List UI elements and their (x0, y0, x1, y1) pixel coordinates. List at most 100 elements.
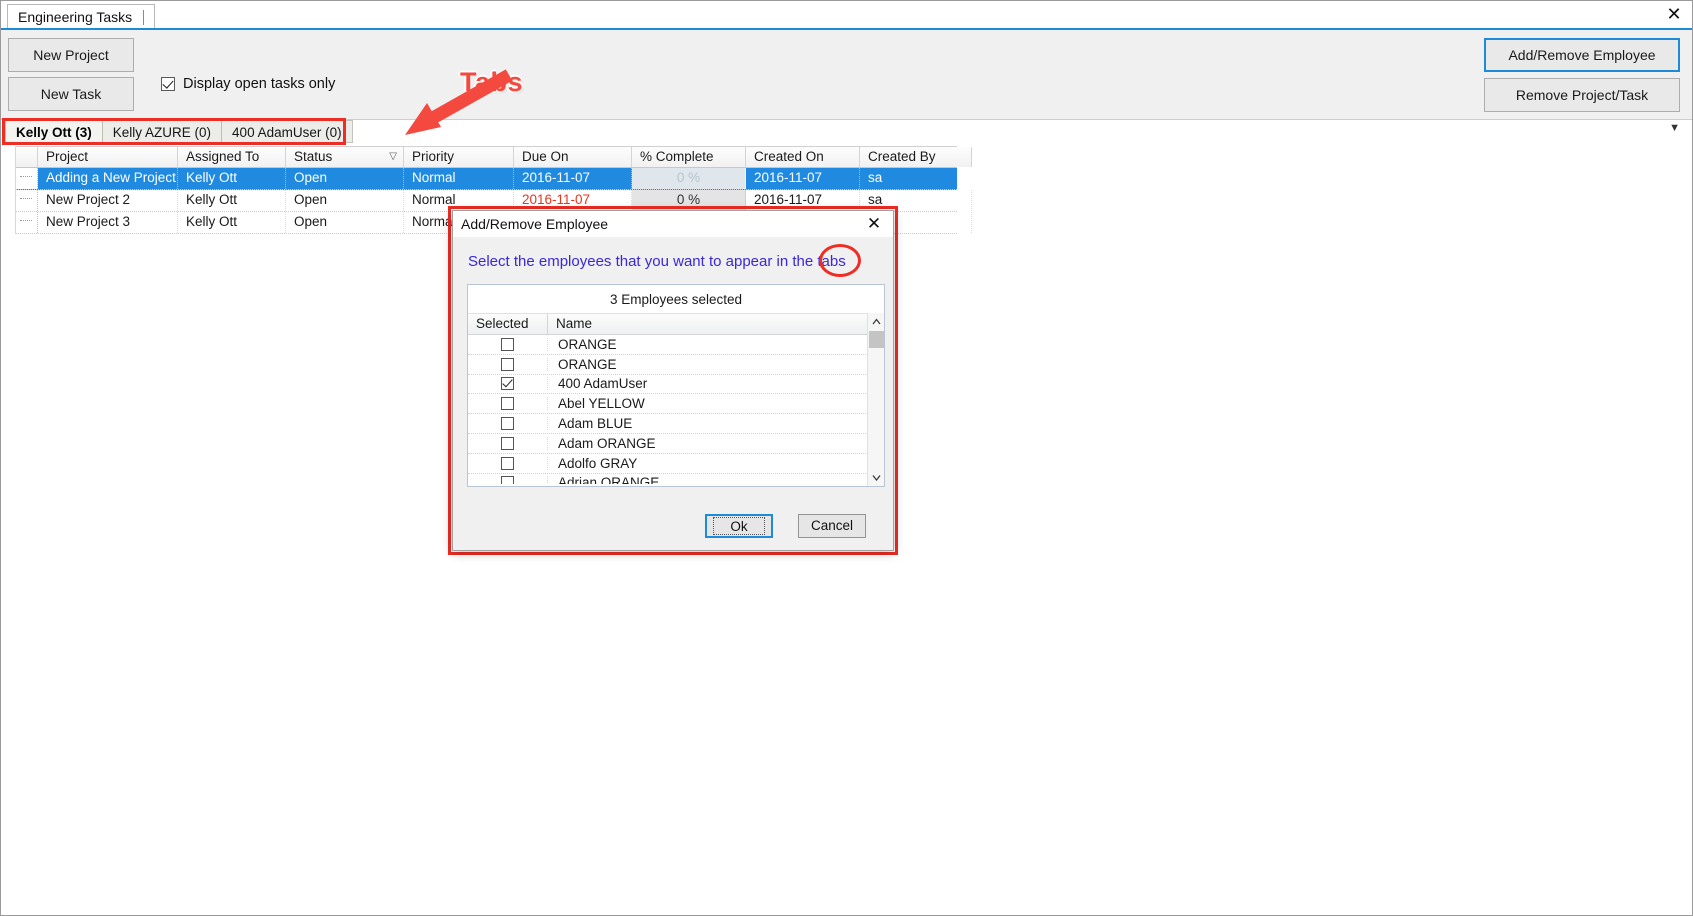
cell-created-by: sa (860, 168, 972, 189)
list-item[interactable]: Adam BLUE (468, 414, 884, 434)
checkbox-icon[interactable] (501, 417, 514, 431)
employee-name: 400 AdamUser (548, 376, 884, 392)
new-project-button[interactable]: New Project (8, 38, 134, 72)
new-task-button[interactable]: New Task (8, 77, 134, 111)
employee-name: Adam BLUE (548, 416, 884, 432)
document-tab-label: Engineering Tasks (18, 9, 133, 25)
ok-button[interactable]: Ok (705, 514, 773, 538)
column-header-created-by[interactable]: Created By (860, 147, 972, 167)
cell-project: New Project 2 (38, 190, 178, 211)
grid-header-row: Project Assigned To Status ▽ Priority Du… (16, 146, 972, 168)
employee-tab-kelly-azure[interactable]: Kelly AZURE (0) (102, 121, 223, 142)
list-item[interactable]: ORANGE (468, 355, 884, 375)
remove-project-task-button[interactable]: Remove Project/Task (1484, 78, 1680, 112)
cell-assigned-to: Kelly Ott (178, 168, 286, 189)
column-header-name[interactable]: Name ⁄ (548, 314, 884, 334)
employee-checkbox-cell[interactable] (468, 417, 548, 431)
checkbox-icon[interactable] (501, 456, 514, 470)
employee-checkbox-cell[interactable] (468, 337, 548, 351)
dialog-instruction: Select the employees that you want to ap… (468, 253, 846, 270)
employee-tab-label: 400 AdamUser (0) (232, 125, 342, 140)
row-gutter (16, 212, 38, 233)
checkbox-icon[interactable] (501, 397, 514, 411)
list-item[interactable]: Abel YELLOW (468, 394, 884, 415)
employee-name: Adolfo GRAY (548, 455, 884, 471)
employee-tabs-bar: Kelly Ott (3) Kelly AZURE (0) 400 AdamUs… (1, 118, 381, 145)
checkbox-icon[interactable] (501, 377, 514, 391)
dialog-title: Add/Remove Employee (461, 216, 609, 232)
application-window: Engineering Tasks ✕ New Project New Task… (0, 0, 1693, 916)
close-icon[interactable]: ✕ (1662, 4, 1686, 26)
checkbox-icon[interactable] (501, 337, 514, 351)
grid-header-gutter (16, 147, 38, 167)
list-item[interactable]: Adam ORANGE (468, 434, 884, 454)
column-header-created-on[interactable]: Created On (746, 147, 860, 167)
list-item[interactable]: ORANGE (468, 335, 884, 355)
column-header-pct-complete[interactable]: % Complete (632, 147, 746, 167)
column-header-selected[interactable]: Selected (468, 314, 548, 334)
text-cursor (143, 10, 145, 25)
cell-pct-complete: 0 % (632, 168, 746, 189)
annotation-arrow-icon (405, 69, 513, 135)
employee-name: Adrian ORANGE (548, 475, 884, 484)
cancel-button[interactable]: Cancel (798, 514, 866, 538)
list-item[interactable]: Adolfo GRAY (468, 454, 884, 474)
employee-checkbox-cell[interactable] (468, 476, 548, 484)
row-gutter (16, 168, 38, 189)
employee-name: ORANGE (548, 336, 884, 352)
employee-checkbox-cell[interactable] (468, 397, 548, 411)
employee-list-rows: ORANGE ORANGE 400 AdamUser Abel YELLOW A… (468, 335, 884, 484)
cell-priority: Normal (404, 168, 514, 189)
checkbox-icon[interactable] (501, 357, 514, 371)
cell-status: Open (286, 190, 404, 211)
employee-checkbox-cell[interactable] (468, 377, 548, 391)
employee-tab-label: Kelly AZURE (0) (112, 125, 212, 140)
cell-due-on: 2016-11-07 (514, 168, 632, 189)
scrollbar-thumb[interactable] (869, 331, 884, 348)
checkbox-icon[interactable] (501, 436, 514, 450)
employee-list-scrollbar[interactable] (867, 313, 884, 486)
employee-list-header: Selected Name ⁄ (468, 313, 884, 335)
employee-tab-label: Kelly Ott (3) (16, 125, 92, 140)
employee-name: Adam ORANGE (548, 435, 884, 451)
employee-tab-400-adamuser[interactable]: 400 AdamUser (0) (222, 121, 352, 142)
checkbox-icon[interactable] (501, 476, 514, 484)
checkbox-icon (161, 77, 175, 91)
column-header-status[interactable]: Status ▽ (286, 147, 404, 167)
row-gutter (16, 190, 38, 211)
cell-status: Open (286, 168, 404, 189)
column-header-project[interactable]: Project (38, 147, 178, 167)
cell-assigned-to: Kelly Ott (178, 212, 286, 233)
cell-status: Open (286, 212, 404, 233)
list-item[interactable]: 400 AdamUser (468, 375, 884, 395)
add-remove-employee-dialog: Add/Remove Employee ✕ Select the employe… (452, 210, 894, 551)
window-tab-bar: Engineering Tasks ✕ (1, 1, 1692, 29)
employee-list-panel: 3 Employees selected Selected Name ⁄ ORA… (467, 284, 885, 487)
chevron-down-icon[interactable]: ▼ (1669, 123, 1680, 134)
display-open-tasks-label: Display open tasks only (183, 76, 336, 92)
dialog-title-bar: Add/Remove Employee ✕ (453, 211, 893, 237)
column-header-priority[interactable]: Priority (404, 147, 514, 167)
scroll-up-icon[interactable] (868, 313, 885, 330)
document-tab-engineering-tasks[interactable]: Engineering Tasks (7, 4, 156, 28)
display-open-tasks-checkbox[interactable]: Display open tasks only (161, 76, 335, 92)
scroll-down-icon[interactable] (868, 469, 885, 486)
cell-project: New Project 3 (38, 212, 178, 233)
cell-assigned-to: Kelly Ott (178, 190, 286, 211)
employee-tab-kelly-ott[interactable]: Kelly Ott (3) (6, 121, 103, 142)
employee-name: ORANGE (548, 356, 884, 372)
table-row[interactable]: Adding a New Project Kelly Ott Open Norm… (16, 168, 972, 190)
toolbar: New Project New Task Display open tasks … (1, 30, 1692, 134)
employee-checkbox-cell[interactable] (468, 436, 548, 450)
add-remove-employee-button[interactable]: Add/Remove Employee (1484, 38, 1680, 72)
column-header-due-on[interactable]: Due On (514, 147, 632, 167)
close-icon[interactable]: ✕ (863, 214, 885, 234)
employee-checkbox-cell[interactable] (468, 357, 548, 371)
employee-name: Abel YELLOW (548, 396, 884, 412)
cell-project: Adding a New Project (38, 168, 178, 189)
sort-descending-icon: ▽ (389, 151, 397, 162)
selected-count-label: 3 Employees selected (468, 285, 884, 313)
column-header-assigned-to[interactable]: Assigned To (178, 147, 286, 167)
employee-checkbox-cell[interactable] (468, 456, 548, 470)
list-item[interactable]: Adrian ORANGE (468, 474, 884, 484)
